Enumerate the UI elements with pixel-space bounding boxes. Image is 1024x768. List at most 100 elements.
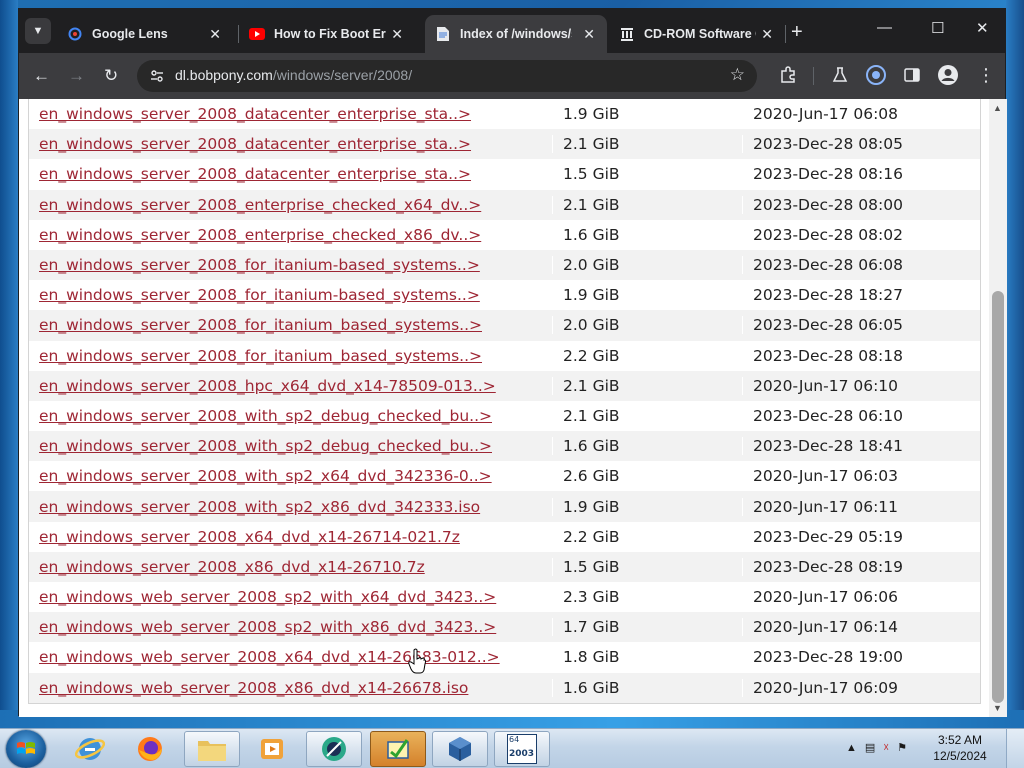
table-row: en_windows_server_2008_datacenter_enterp… [29, 99, 980, 129]
file-link[interactable]: en_windows_server_2008_enterprise_checke… [39, 196, 481, 214]
table-row: en_windows_server_2008_with_sp2_x64_dvd_… [29, 461, 980, 491]
win2003-icon[interactable]: 64 2003 [494, 731, 550, 767]
close-icon[interactable]: ✕ [391, 26, 403, 43]
file-link[interactable]: en_windows_server_2008_hpc_x64_dvd_x14-7… [39, 377, 496, 395]
file-link[interactable]: en_windows_web_server_2008_x64_dvd_x14-2… [39, 648, 500, 666]
tab-search-button[interactable]: ▼ [25, 18, 51, 44]
scroll-up-arrow-icon[interactable]: ▲ [993, 103, 1002, 113]
file-link[interactable]: en_windows_web_server_2008_sp2_with_x86_… [39, 618, 496, 636]
back-button[interactable]: ← [33, 66, 50, 86]
file-link[interactable]: en_windows_server_2008_x86_dvd_x14-26710… [39, 558, 425, 576]
file-date-cell: 2023-Dec-28 08:19 [753, 557, 903, 576]
close-icon[interactable]: ✕ [761, 26, 773, 43]
browser-toolbar: ← → ↻ dl.bobpony.com/windows/server/2008… [19, 53, 1005, 99]
media-player-icon[interactable] [244, 731, 300, 767]
file-date-cell: 2020-Jun-17 06:14 [753, 618, 899, 637]
table-row: en_windows_web_server_2008_sp2_with_x86_… [29, 612, 980, 643]
close-window-button[interactable]: ✕ [976, 19, 989, 37]
site-info-icon[interactable] [149, 68, 165, 84]
tab-google-lens[interactable]: Google Lens ✕ [57, 15, 233, 53]
file-link[interactable]: en_windows_server_2008_with_sp2_debug_ch… [39, 407, 492, 425]
clock[interactable]: 3:52 AM 12/5/2024 [928, 732, 992, 764]
file-name-cell: en_windows_server_2008_with_sp2_x86_dvd_… [29, 498, 552, 516]
file-size-cell: 1.6 GiB [552, 437, 743, 456]
start-button[interactable] [6, 730, 46, 768]
file-link[interactable]: en_windows_server_2008_for_itanium_based… [39, 316, 482, 334]
extension-circle-icon[interactable] [865, 64, 887, 91]
file-size-cell: 2.0 GiB [552, 316, 743, 335]
new-tab-button[interactable]: + [791, 21, 803, 44]
file-name-cell: en_windows_server_2008_for_itanium_based… [29, 347, 552, 365]
file-link[interactable]: en_windows_server_2008_for_itanium-based… [39, 286, 480, 304]
minimize-button[interactable]: — [877, 19, 892, 36]
file-name-cell: en_windows_server_2008_with_sp2_debug_ch… [29, 407, 552, 425]
badge-top-text: 64 [509, 735, 520, 744]
file-name-cell: en_windows_server_2008_for_itanium_based… [29, 316, 552, 334]
firefox-icon[interactable] [122, 731, 178, 767]
file-size-cell: 1.5 GiB [552, 557, 743, 576]
show-hidden-icons-icon[interactable]: ▲ [846, 742, 857, 754]
file-link[interactable]: en_windows_server_2008_x64_dvd_x14-26714… [39, 528, 460, 546]
file-link[interactable]: en_windows_server_2008_enterprise_checke… [39, 226, 481, 244]
file-size-cell: 1.7 GiB [552, 618, 743, 637]
reload-button[interactable]: ↻ [104, 66, 118, 86]
vertical-scrollbar[interactable]: ▲ ▼ [989, 99, 1007, 717]
labs-flask-icon[interactable] [831, 66, 849, 89]
tab-index-windows[interactable]: Index of /windows/s ✕ [425, 15, 607, 53]
file-size-cell: 2.2 GiB [552, 527, 743, 546]
tab-youtube[interactable]: How to Fix Boot Erro ✕ [239, 15, 415, 53]
volume-muted-icon[interactable]: ☓ [883, 741, 889, 754]
close-icon[interactable]: ✕ [209, 26, 221, 43]
url-host: dl.bobpony.com [175, 67, 273, 83]
tab-cdrom-software[interactable]: CD-ROM Software C ✕ [609, 15, 785, 53]
profile-avatar-icon[interactable] [937, 64, 959, 91]
taskbar: 64 2003 ▲ ▤ ☓ ⚑ 3:52 AM 12/5/2024 [0, 728, 1024, 768]
show-desktop-button[interactable] [1006, 729, 1024, 768]
windows-logo-icon [17, 742, 35, 754]
file-link[interactable]: en_windows_web_server_2008_sp2_with_x64_… [39, 588, 496, 606]
file-size-cell: 1.6 GiB [552, 678, 743, 697]
app-icon[interactable] [306, 731, 362, 767]
action-center-flag-icon[interactable]: ⚑ [897, 741, 907, 754]
url-text[interactable]: dl.bobpony.com/windows/server/2008/ [175, 67, 412, 83]
file-size-cell: 2.1 GiB [552, 195, 743, 214]
installer-icon[interactable] [370, 731, 426, 767]
file-link[interactable]: en_windows_web_server_2008_x86_dvd_x14-2… [39, 679, 468, 697]
network-icon[interactable]: ▤ [865, 741, 875, 754]
file-link[interactable]: en_windows_server_2008_datacenter_enterp… [39, 105, 471, 123]
table-row: en_windows_server_2008_for_itanium_based… [29, 310, 980, 341]
file-link[interactable]: en_windows_server_2008_datacenter_enterp… [39, 165, 471, 183]
file-link[interactable]: en_windows_server_2008_with_sp2_debug_ch… [39, 437, 492, 455]
menu-kebab-icon[interactable]: ⋮ [977, 65, 995, 86]
close-icon[interactable]: ✕ [583, 26, 595, 43]
internet-explorer-icon[interactable] [62, 731, 118, 767]
explorer-icon[interactable] [184, 731, 240, 767]
file-link[interactable]: en_windows_server_2008_datacenter_enterp… [39, 135, 471, 153]
file-size-cell: 2.2 GiB [552, 346, 743, 365]
address-bar[interactable]: dl.bobpony.com/windows/server/2008/ ☆ [137, 60, 757, 92]
file-link[interactable]: en_windows_server_2008_with_sp2_x64_dvd_… [39, 467, 492, 485]
file-link[interactable]: en_windows_server_2008_for_itanium-based… [39, 256, 480, 274]
virtualbox-icon[interactable] [432, 731, 488, 767]
system-tray: ▲ ▤ ☓ ⚑ [846, 741, 907, 755]
file-listing-table: en_windows_server_2008_datacenter_enterp… [28, 99, 981, 704]
scroll-down-arrow-icon[interactable]: ▼ [993, 703, 1002, 713]
file-name-cell: en_windows_server_2008_hpc_x64_dvd_x14-7… [29, 377, 552, 395]
file-name-cell: en_windows_server_2008_datacenter_enterp… [29, 165, 552, 183]
scrollbar-thumb[interactable] [992, 291, 1004, 703]
bookmark-star-icon[interactable]: ☆ [730, 65, 745, 85]
file-name-cell: en_windows_server_2008_x64_dvd_x14-26714… [29, 528, 552, 546]
file-name-cell: en_windows_web_server_2008_sp2_with_x86_… [29, 618, 552, 636]
file-link[interactable]: en_windows_server_2008_with_sp2_x86_dvd_… [39, 498, 480, 516]
table-row: en_windows_server_2008_for_itanium-based… [29, 280, 980, 310]
file-link[interactable]: en_windows_server_2008_for_itanium_based… [39, 347, 482, 365]
file-date-cell: 2023-Dec-28 08:00 [753, 195, 903, 214]
file-name-cell: en_windows_server_2008_enterprise_checke… [29, 196, 552, 214]
side-panel-icon[interactable] [903, 66, 921, 89]
table-row: en_windows_server_2008_enterprise_checke… [29, 189, 980, 220]
extensions-puzzle-icon[interactable] [779, 66, 797, 89]
table-row: en_windows_server_2008_with_sp2_debug_ch… [29, 401, 980, 431]
file-date-cell: 2023-Dec-28 08:05 [753, 135, 903, 154]
forward-button[interactable]: → [68, 66, 85, 86]
maximize-button[interactable]: ☐ [931, 19, 944, 37]
